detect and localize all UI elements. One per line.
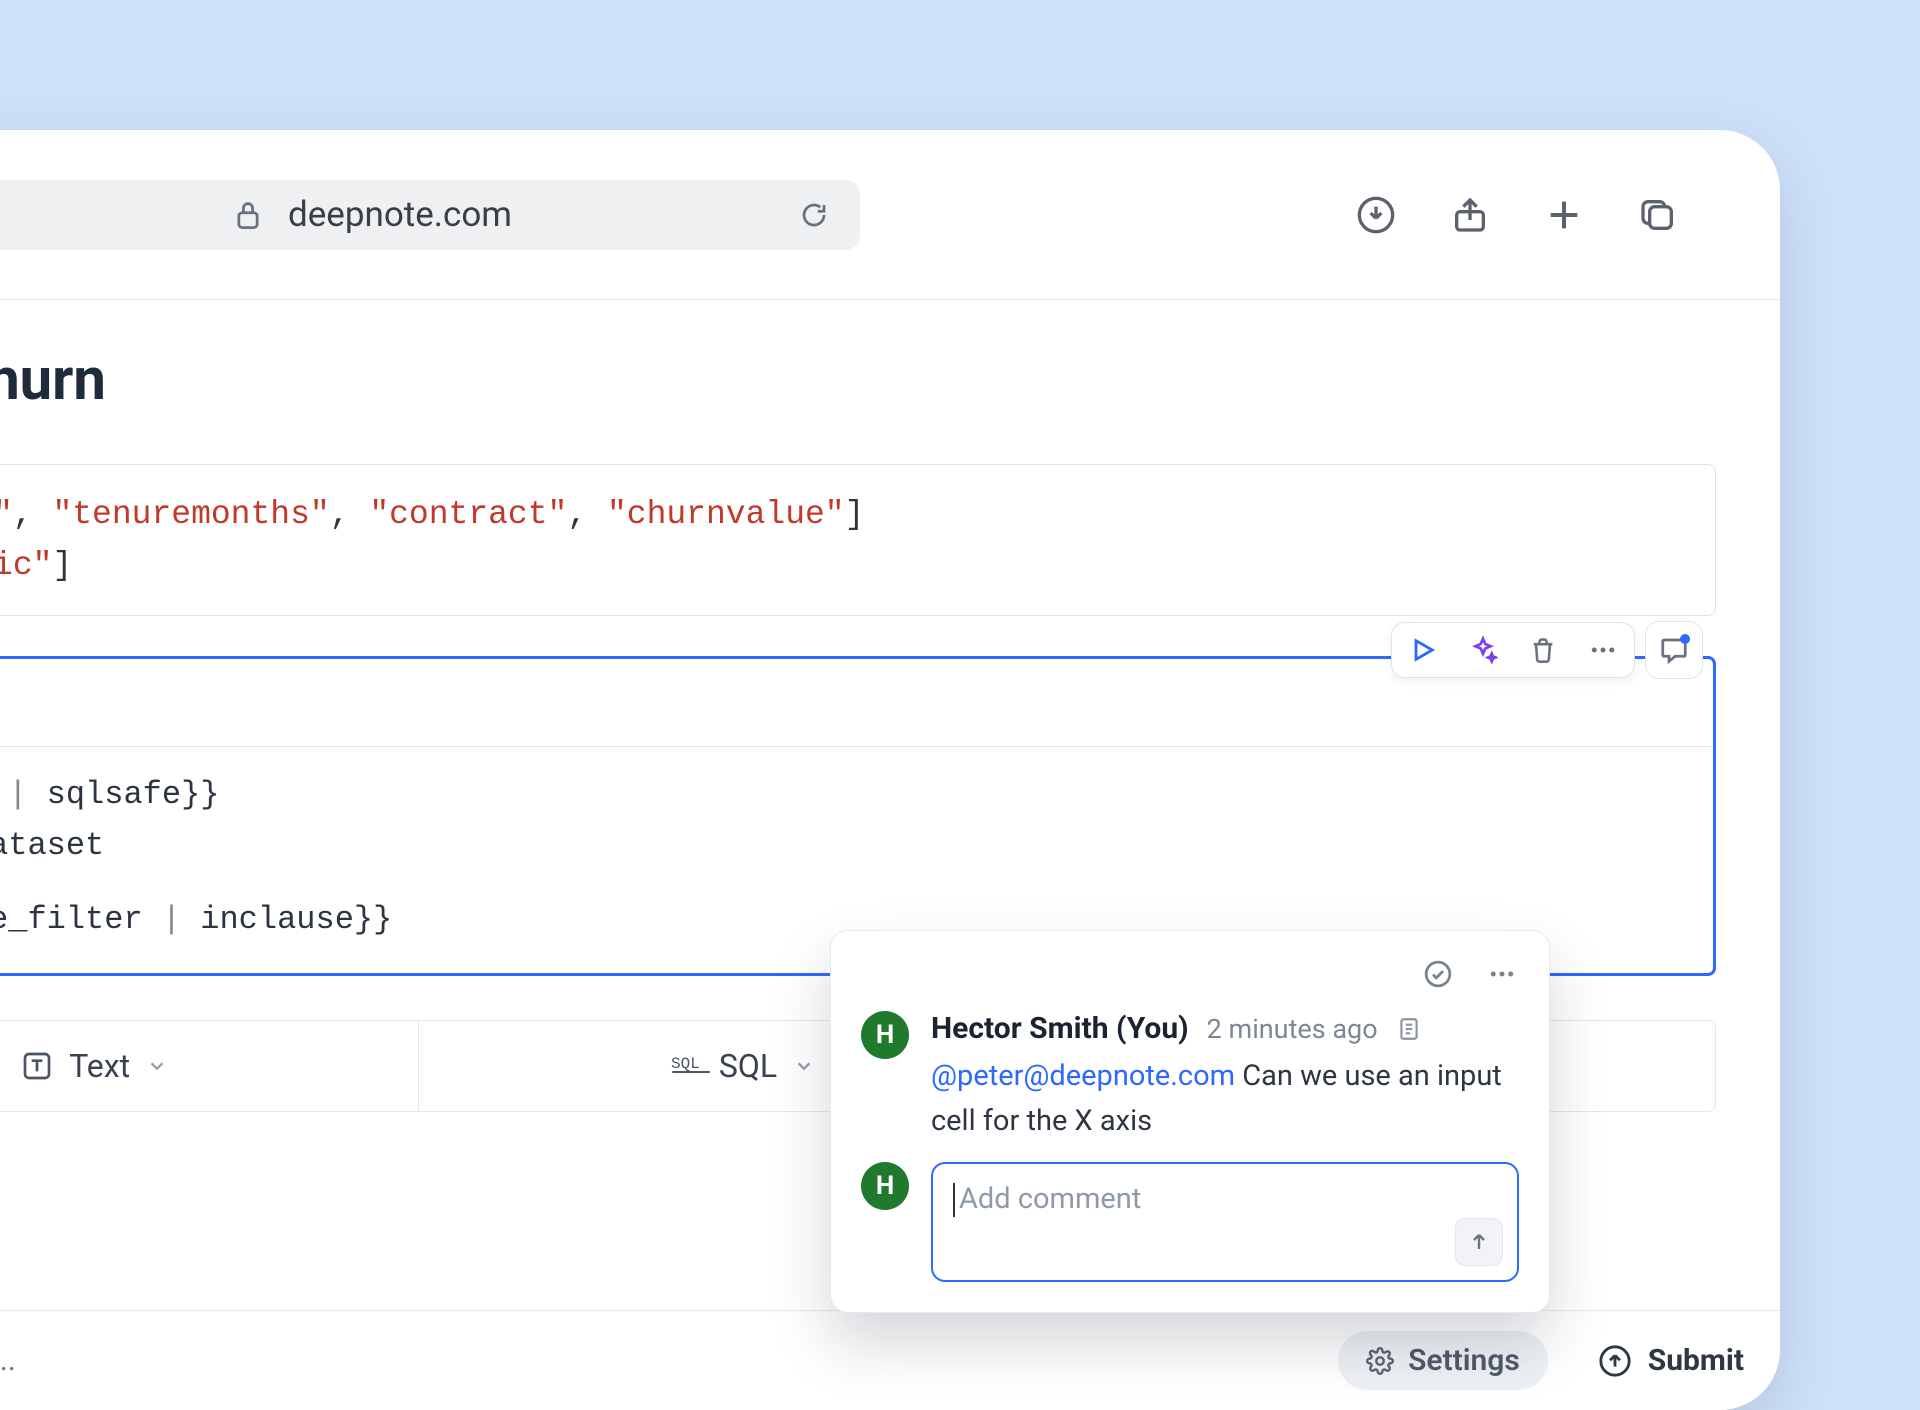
page-title: er churn — [0, 300, 1716, 464]
code-line: "Fiber optic"] — [0, 540, 1691, 591]
text-block-icon — [21, 1050, 53, 1082]
comment-input[interactable]: Add comment — [931, 1162, 1519, 1282]
share-icon[interactable] — [1448, 193, 1492, 237]
browser-toolbar: deepnote.com — [0, 130, 1780, 300]
code-line: umn_names) | sqlsafe}} — [0, 769, 1689, 820]
more-icon[interactable] — [1485, 957, 1519, 991]
mention[interactable]: @peter@deepnote.com — [931, 1059, 1235, 1093]
more-icon[interactable] — [1586, 633, 1620, 667]
button-label: Settings — [1408, 1343, 1520, 1378]
reload-icon[interactable] — [792, 193, 836, 237]
comment-icon[interactable] — [1645, 621, 1703, 679]
comment-item: H Hector Smith (You) 2 minutes ago @pete… — [861, 1011, 1519, 1144]
cell-toolbar — [1391, 621, 1703, 679]
trash-icon[interactable] — [1526, 633, 1560, 667]
tabs-icon[interactable] — [1636, 193, 1680, 237]
address-bar[interactable]: deepnote.com — [0, 180, 860, 250]
downloads-icon[interactable] — [1354, 193, 1398, 237]
code-cell[interactable]: ly charges", "tenuremonths", "contract",… — [0, 464, 1716, 616]
comment-time: 2 minutes ago — [1207, 1013, 1378, 1045]
avatar: H — [861, 1011, 909, 1059]
new-tab-icon[interactable] — [1542, 193, 1586, 237]
add-text-block-button[interactable]: Text — [0, 1021, 419, 1111]
chevron-down-icon — [793, 1055, 815, 1077]
svg-text:SQL: SQL — [671, 1055, 700, 1073]
sql-cell[interactable]: ble: df_1 umn_names) | sqlsafe}} ia.telc… — [0, 656, 1716, 976]
browser-window: deepnote.com — [0, 130, 1780, 1410]
ai-prompt-fragment[interactable]: ote AI... — [0, 1343, 16, 1378]
chevron-down-icon — [146, 1055, 168, 1077]
bottom-bar: ote AI... Settings Submit — [0, 1310, 1780, 1410]
comment-panel: H Hector Smith (You) 2 minutes ago @pete… — [830, 930, 1550, 1313]
code-line: ly charges", "tenuremonths", "contract",… — [0, 489, 1691, 540]
gear-icon — [1366, 1347, 1394, 1375]
lock-icon — [226, 193, 270, 237]
submit-button[interactable]: Submit — [1598, 1343, 1744, 1378]
button-label: Text — [69, 1047, 130, 1085]
button-label: Submit — [1648, 1343, 1744, 1378]
button-label: SQL — [719, 1047, 777, 1085]
comment-text: @peter@deepnote.com Can we use an input … — [931, 1054, 1519, 1144]
settings-button[interactable]: Settings — [1338, 1331, 1548, 1390]
submit-arrow-icon — [1598, 1344, 1632, 1378]
avatar: H — [861, 1162, 909, 1210]
sql-block-icon: SQL — [671, 1050, 703, 1082]
code-line: ia.telco_dataset — [0, 820, 1689, 871]
resolve-icon[interactable] — [1421, 957, 1455, 991]
send-comment-button[interactable] — [1455, 1218, 1503, 1266]
run-icon[interactable] — [1406, 633, 1440, 667]
comment-input-placeholder: Add comment — [959, 1182, 1141, 1216]
comment-author: Hector Smith (You) — [931, 1011, 1189, 1046]
sparkle-icon[interactable] — [1466, 633, 1500, 667]
note-icon — [1396, 1016, 1422, 1042]
address-bar-domain: deepnote.com — [288, 194, 512, 235]
